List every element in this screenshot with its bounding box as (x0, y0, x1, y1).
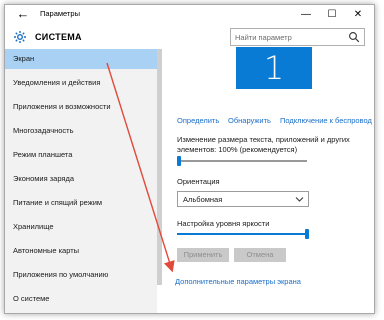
sidebar-item-screen[interactable]: Экран (5, 49, 157, 69)
search-icon[interactable] (348, 31, 360, 43)
advanced-display-settings-link[interactable]: Дополнительные параметры экрана (175, 277, 301, 286)
brightness-slider-fill (177, 233, 309, 235)
title-bar: ← Параметры — ☐ ✕ (5, 5, 374, 25)
close-button[interactable]: ✕ (345, 5, 371, 25)
brightness-slider[interactable] (177, 229, 309, 239)
identify-link[interactable]: Определить (177, 116, 219, 125)
back-arrow-icon[interactable]: ← (15, 6, 31, 22)
orientation-label: Ориентация (177, 177, 220, 186)
sidebar-item-about[interactable]: О системе (5, 289, 157, 309)
scale-slider[interactable] (177, 156, 307, 166)
window-title: Параметры (40, 9, 80, 18)
cancel-button[interactable]: Отмена (234, 248, 286, 262)
connect-wireless-link[interactable]: Подключение к беспровод (280, 116, 372, 125)
sidebar-item-offline-maps[interactable]: Автономные карты (5, 241, 157, 261)
brightness-slider-thumb[interactable] (305, 229, 309, 239)
chevron-down-icon (295, 197, 304, 202)
section-title: СИСТЕМА (35, 32, 82, 42)
scale-label-line2: элементов: 100% (рекомендуется) (177, 145, 298, 154)
sidebar-item-tablet-mode[interactable]: Режим планшета (5, 145, 157, 165)
minimize-button[interactable]: — (293, 5, 319, 25)
scale-slider-track (177, 160, 307, 162)
sidebar-item-apps[interactable]: Приложения и возможности (5, 97, 157, 117)
orientation-select[interactable]: Альбомная (177, 191, 309, 207)
sidebar: Экран Уведомления и действия Приложения … (5, 49, 157, 313)
brightness-label: Настройка уровня яркости (177, 219, 270, 228)
sidebar-item-battery-saver[interactable]: Экономия заряда (5, 169, 157, 189)
sidebar-item-power-sleep[interactable]: Питание и спящий режим (5, 193, 157, 213)
search-input[interactable] (235, 30, 345, 44)
sidebar-scrollbar[interactable] (157, 49, 162, 285)
scale-slider-thumb[interactable] (177, 156, 181, 166)
orientation-value: Альбомная (183, 195, 223, 204)
sidebar-item-default-apps[interactable]: Приложения по умолчанию (5, 265, 157, 285)
monitor-preview[interactable]: 1 (236, 47, 312, 89)
scale-label-line1: Изменение размера текста, приложений и д… (177, 135, 350, 144)
sidebar-item-multitasking[interactable]: Многозадачность (5, 121, 157, 141)
sidebar-item-storage[interactable]: Хранилище (5, 217, 157, 237)
maximize-button[interactable]: ☐ (319, 5, 345, 25)
detect-link[interactable]: Обнаружить (228, 116, 271, 125)
search-box[interactable] (230, 28, 365, 46)
gear-icon (14, 31, 26, 43)
apply-button[interactable]: Применить (177, 248, 229, 262)
settings-window: ← Параметры — ☐ ✕ СИСТЕМА Экран Уведомле… (4, 4, 375, 314)
sidebar-item-notifications[interactable]: Уведомления и действия (5, 73, 157, 93)
